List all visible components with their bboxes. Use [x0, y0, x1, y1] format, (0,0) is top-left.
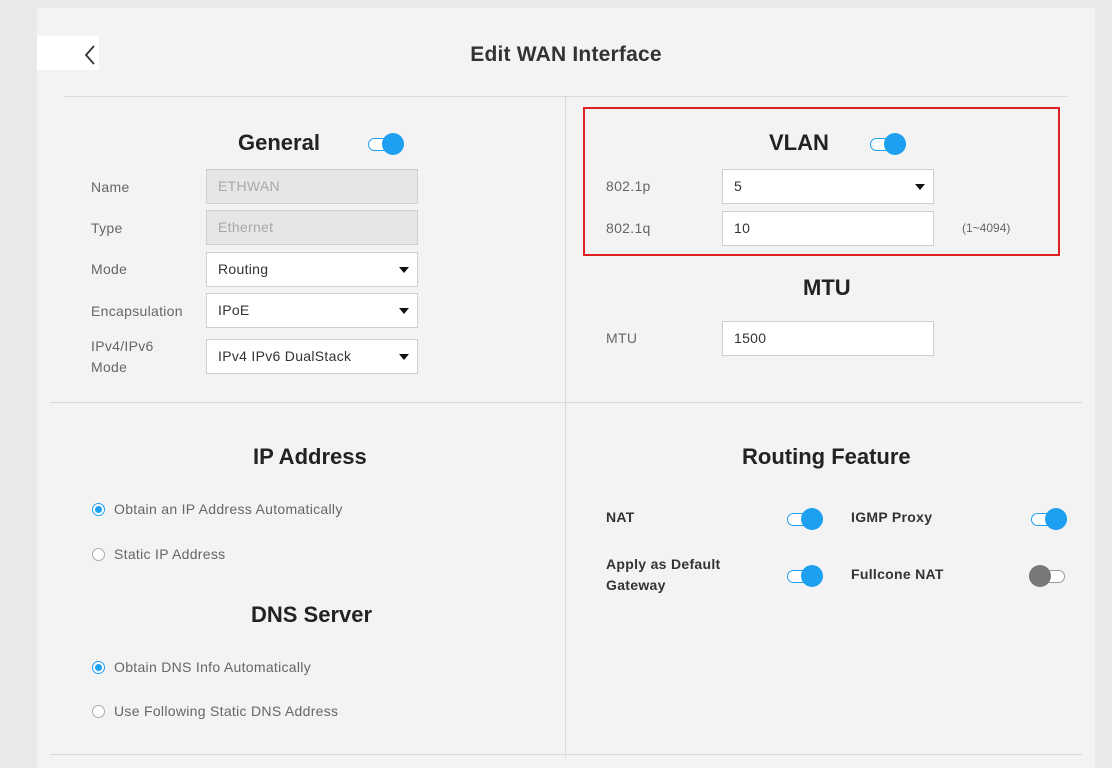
dns-static-label: Use Following Static DNS Address	[114, 703, 339, 719]
section-divider	[50, 402, 1082, 403]
vlan-title: VLAN	[769, 130, 829, 155]
caret-down-icon	[399, 308, 409, 314]
dns-auto-radio[interactable]	[92, 661, 105, 674]
dns-auto-label: Obtain DNS Info Automatically	[114, 659, 312, 675]
ip-auto-label: Obtain an IP Address Automatically	[114, 501, 343, 517]
mtu-input[interactable]: 1500	[722, 321, 934, 356]
mtu-label: MTU	[606, 330, 638, 346]
ip-mode-label-line1: IPv4/IPv6	[91, 338, 154, 354]
caret-down-icon	[399, 354, 409, 360]
vlan-8021p-select[interactable]: 5	[722, 169, 934, 204]
type-field: Ethernet	[206, 210, 418, 245]
general-title: General	[238, 130, 320, 155]
column-divider	[565, 97, 566, 758]
page-title: Edit WAN Interface	[470, 43, 662, 66]
encapsulation-label: Encapsulation	[91, 303, 183, 319]
vlan-8021q-label: 802.1q	[606, 220, 651, 236]
routing-feature-title: Routing Feature	[742, 444, 911, 469]
encapsulation-select[interactable]: IPoE	[206, 293, 418, 328]
default-gateway-label-line1: Apply as Default	[606, 556, 721, 572]
dns-server-title: DNS Server	[251, 602, 373, 627]
ip-static-label: Static IP Address	[114, 546, 226, 562]
ip-auto-radio[interactable]	[92, 503, 105, 516]
ip-static-radio[interactable]	[92, 548, 105, 561]
vlan-8021p-label: 802.1p	[606, 178, 651, 194]
name-field: ETHWAN	[206, 169, 418, 204]
ip-address-title: IP Address	[253, 444, 367, 469]
general-enable-toggle[interactable]	[368, 133, 406, 155]
ip-mode-select[interactable]: IPv4 IPv6 DualStack	[206, 339, 418, 374]
mode-select[interactable]: Routing	[206, 252, 418, 287]
vlan-8021q-range-hint: (1~4094)	[962, 221, 1011, 235]
nat-toggle[interactable]	[787, 508, 825, 530]
mode-select-value: Routing	[218, 261, 269, 277]
caret-down-icon	[399, 267, 409, 273]
bottom-divider	[50, 754, 1082, 755]
caret-down-icon	[915, 184, 925, 190]
mode-label: Mode	[91, 261, 128, 277]
default-gateway-label-line2: Gateway	[606, 577, 666, 593]
encapsulation-select-value: IPoE	[218, 302, 250, 318]
ip-mode-label-line2: Mode	[91, 359, 128, 375]
ip-mode-select-value: IPv4 IPv6 DualStack	[218, 348, 352, 364]
nat-label: NAT	[606, 509, 635, 525]
fullcone-nat-toggle[interactable]	[1029, 565, 1067, 587]
igmp-proxy-toggle[interactable]	[1031, 508, 1069, 530]
mtu-title: MTU	[803, 275, 851, 300]
vlan-8021p-value: 5	[734, 178, 743, 194]
dns-static-radio[interactable]	[92, 705, 105, 718]
vlan-enable-toggle[interactable]	[870, 133, 908, 155]
default-gateway-toggle[interactable]	[787, 565, 825, 587]
fullcone-nat-label: Fullcone NAT	[851, 566, 944, 582]
igmp-proxy-label: IGMP Proxy	[851, 509, 933, 525]
name-label: Name	[91, 179, 130, 195]
vlan-8021q-input[interactable]: 10	[722, 211, 934, 246]
type-label: Type	[91, 220, 123, 236]
